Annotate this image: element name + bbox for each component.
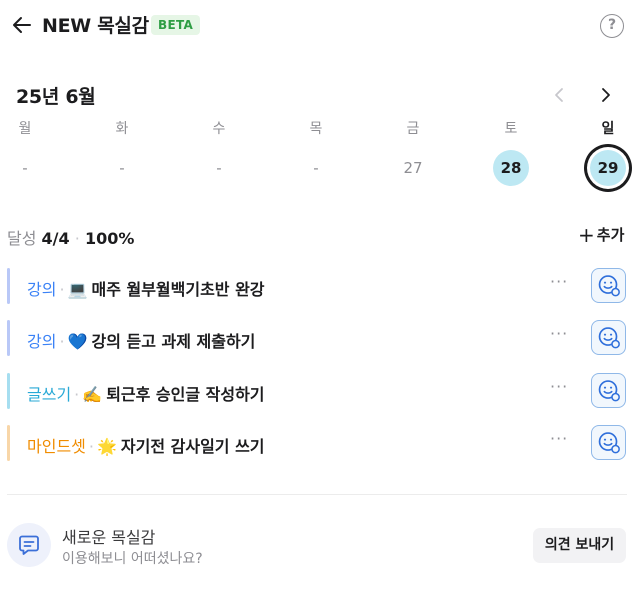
goal-color-bar: [7, 425, 10, 461]
goal-text[interactable]: 강의 · 💻 매주 월부월백기초반 완강: [27, 276, 265, 300]
day-sat: 토 28: [491, 116, 531, 186]
separator-dot: ·: [74, 229, 80, 248]
back-arrow-icon[interactable]: [10, 13, 34, 37]
goal-title: 강의 듣고 과제 제출하기: [91, 332, 256, 351]
goal-text[interactable]: 글쓰기 · ✍️ 퇴근후 승인글 작성하기: [27, 381, 265, 405]
goal-text[interactable]: 강의 · 💙 강의 듣고 과제 제출하기: [27, 328, 255, 352]
goal-category: 글쓰기: [27, 385, 72, 404]
beta-badge: BETA: [151, 15, 201, 35]
goal-category: 마인드셋: [27, 437, 86, 456]
feedback-subtitle: 이용해보니 어떠셨나요?: [62, 551, 203, 567]
smile-check-icon[interactable]: [591, 268, 626, 303]
goal-color-bar: [7, 373, 10, 409]
day-tue: 화 -: [102, 116, 142, 177]
month-label: 25년 6월: [16, 86, 96, 108]
help-icon[interactable]: ?: [600, 14, 624, 38]
blue-heart-icon: 💙: [67, 332, 88, 351]
goal-item: 강의 · 💻 매주 월부월백기초반 완강 ···: [7, 268, 633, 304]
week-strip: 월 - 화 - 수 - 목 - 금 27 토 28 일 29: [0, 116, 640, 196]
chat-feedback-icon: [7, 523, 51, 567]
day-mon: 월 -: [5, 116, 45, 177]
separator-dot: ·: [74, 385, 80, 404]
goal-item: 마인드셋 · 🌟 자기전 감사일기 쓰기 ···: [7, 425, 633, 461]
more-options-icon[interactable]: ···: [550, 324, 568, 343]
goal-category: 강의: [27, 332, 57, 351]
smile-check-icon[interactable]: [591, 373, 626, 408]
separator-dot: ·: [88, 437, 94, 456]
writing-hand-icon: ✍️: [82, 385, 103, 404]
separator-dot: ·: [59, 332, 65, 351]
chevron-left-icon[interactable]: [549, 84, 571, 106]
more-options-icon[interactable]: ···: [550, 272, 568, 291]
star-icon: 🌟: [96, 437, 117, 456]
goal-color-bar: [7, 320, 10, 356]
goal-title: 자기전 감사일기 쓰기: [120, 437, 265, 456]
weekday-label: 토: [504, 121, 518, 137]
smile-check-icon[interactable]: [591, 320, 626, 355]
weekday-label: 금: [406, 121, 420, 137]
weekday-label: 화: [115, 121, 129, 137]
laptop-icon: 💻: [67, 280, 88, 299]
day-sun: 일 29: [588, 116, 628, 186]
achievement-percent: 100%: [84, 229, 135, 248]
top-bar: NEW 목실감 BETA ?: [0, 0, 640, 52]
date-cell[interactable]: -: [298, 150, 334, 186]
achievement-label: 달성: [7, 229, 37, 248]
feedback-title: 새로운 목실감: [62, 528, 156, 547]
more-options-icon[interactable]: ···: [550, 377, 568, 396]
date-cell-done[interactable]: 28: [493, 150, 529, 186]
chevron-right-icon[interactable]: [594, 84, 616, 106]
more-options-icon[interactable]: ···: [550, 429, 568, 448]
goal-item: 강의 · 💙 강의 듣고 과제 제출하기 ···: [7, 320, 633, 356]
goal-color-bar: [7, 268, 10, 304]
date-cell[interactable]: -: [7, 150, 43, 186]
goal-title: 퇴근후 승인글 작성하기: [106, 385, 265, 404]
weekday-label: 목: [309, 121, 323, 137]
goal-text[interactable]: 마인드셋 · 🌟 자기전 감사일기 쓰기: [27, 433, 265, 457]
separator-dot: ·: [59, 280, 65, 299]
day-thu: 목 -: [296, 116, 336, 177]
weekday-label: 수: [212, 121, 226, 137]
goal-item: 글쓰기 · ✍️ 퇴근후 승인글 작성하기 ···: [7, 373, 633, 409]
page-title: NEW 목실감: [42, 15, 149, 37]
achievement-count: 4/4: [41, 229, 70, 248]
date-cell[interactable]: 27: [395, 150, 431, 186]
add-goal-button[interactable]: + 추가: [578, 223, 624, 247]
day-wed: 수 -: [199, 116, 239, 177]
weekday-label: 월: [18, 121, 32, 137]
goal-title: 매주 월부월백기초반 완강: [91, 280, 265, 299]
day-fri: 금 27: [393, 116, 433, 177]
add-goal-label: 추가: [596, 226, 625, 244]
smile-check-icon[interactable]: [591, 425, 626, 460]
plus-icon: +: [578, 223, 595, 247]
section-divider: [7, 494, 627, 495]
date-cell[interactable]: -: [201, 150, 237, 186]
weekday-label: 일: [601, 121, 615, 137]
goal-category: 강의: [27, 280, 57, 299]
send-feedback-button[interactable]: 의견 보내기: [533, 528, 626, 563]
date-cell[interactable]: -: [104, 150, 140, 186]
achievement-summary: 달성 4/4 · 100%: [7, 225, 134, 249]
date-cell-today[interactable]: 29: [590, 150, 626, 186]
